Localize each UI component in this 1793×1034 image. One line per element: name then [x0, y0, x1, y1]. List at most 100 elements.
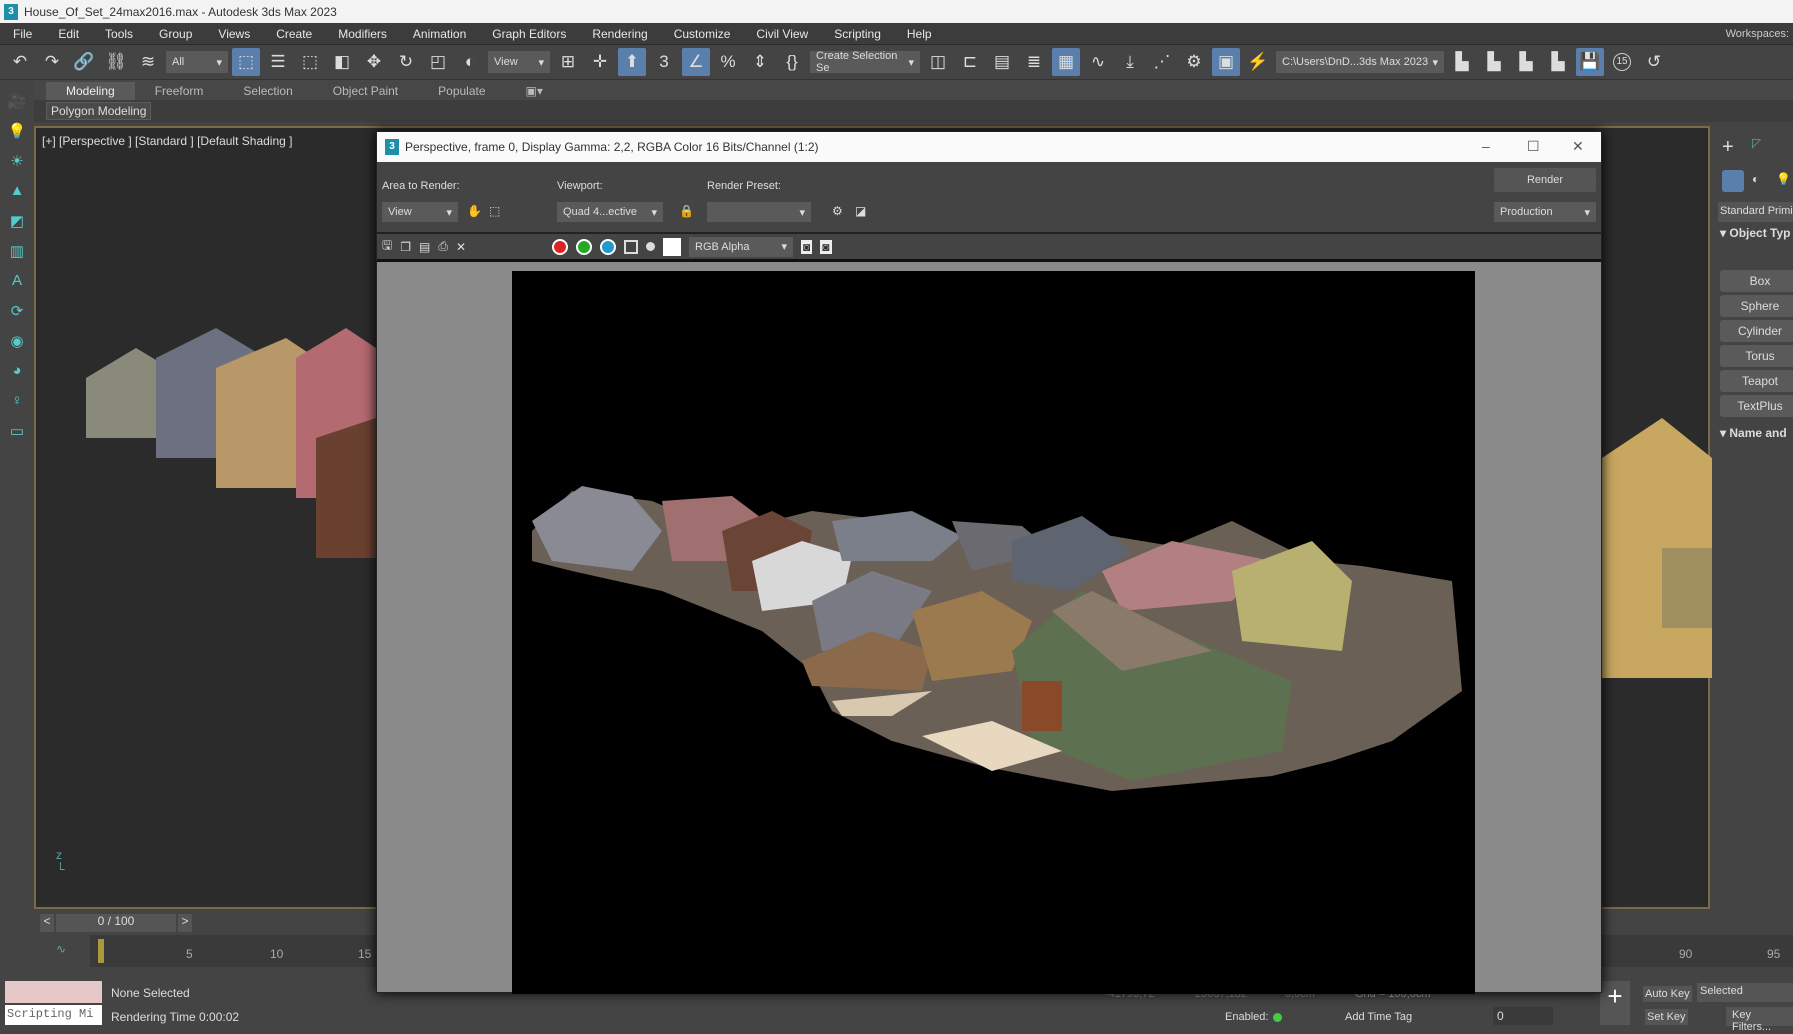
menu-scripting[interactable]: Scripting [821, 27, 894, 41]
named-selection-dropdown[interactable]: Create Selection Se ▾ [810, 50, 920, 74]
torus-button[interactable]: Torus [1720, 345, 1793, 367]
ribbon-options-icon[interactable]: ▣▾ [506, 82, 563, 100]
time-slider[interactable]: < 0 / 100 > [40, 914, 200, 932]
project-tree-icon[interactable]: ▙ [1544, 48, 1572, 76]
monochrome-toggle[interactable] [646, 242, 656, 251]
maxscript-input[interactable]: Scripting Mi [5, 1005, 102, 1025]
redo-icon[interactable]: ↷ [38, 48, 66, 76]
menu-help[interactable]: Help [894, 27, 945, 41]
menu-civil-view[interactable]: Civil View [743, 27, 821, 41]
minimize-button[interactable]: – [1482, 138, 1490, 154]
auto-region-icon[interactable]: ⬚ [489, 204, 500, 218]
set-key-button[interactable]: Set Key [1645, 1009, 1688, 1025]
add-time-tag[interactable]: Add Time Tag [1345, 1011, 1412, 1023]
time-cursor[interactable] [98, 939, 104, 963]
align-icon[interactable]: ⊏ [956, 48, 984, 76]
tab-selection[interactable]: Selection [223, 82, 312, 100]
viewport-dropdown[interactable]: Quad 4...ective ▾ [557, 202, 663, 222]
camera-icon[interactable]: 🎥 [7, 92, 27, 112]
project-folder-icon[interactable]: ▙ [1480, 48, 1508, 76]
placement-icon[interactable]: ◐ [456, 48, 484, 76]
enabled-indicator[interactable] [1273, 1013, 1282, 1022]
channel-dropdown[interactable]: RGB Alpha ▾ [689, 236, 794, 257]
key-filters-button[interactable]: Key Filters... [1726, 1007, 1793, 1033]
maximize-button[interactable]: ☐ [1527, 138, 1540, 155]
autobackup-history-icon[interactable]: ↺ [1640, 48, 1668, 76]
link-icon[interactable]: 🔗 [70, 48, 98, 76]
menu-rendering[interactable]: Rendering [579, 27, 660, 41]
project-path-dropdown[interactable]: C:\Users\DnD...3ds Max 2023 ▾ [1276, 51, 1444, 73]
render-preset-dropdown[interactable]: ▾ [707, 202, 811, 222]
project-structure-icon[interactable]: ▙ [1512, 48, 1540, 76]
scene-explorer-icon[interactable]: ▤ [988, 48, 1016, 76]
menu-file[interactable]: File [0, 27, 45, 41]
rendered-frame-window-icon[interactable]: ▣ [1212, 48, 1240, 76]
polygon-modeling-button[interactable]: Polygon Modeling [46, 102, 152, 120]
text-icon[interactable]: A [7, 272, 27, 292]
area-to-render-dropdown[interactable]: View ▾ [382, 202, 458, 222]
lights-icon[interactable]: 💡 [1776, 172, 1791, 186]
undo-icon[interactable]: ↶ [6, 48, 34, 76]
bind-spacewarp-icon[interactable]: ≋ [134, 48, 162, 76]
move-icon[interactable]: ✥ [360, 48, 388, 76]
selected-dropdown[interactable]: Selected [1697, 983, 1793, 1002]
save-image-icon[interactable]: 🖫 [382, 236, 392, 257]
teapot-button[interactable]: Teapot [1720, 370, 1793, 392]
pivot-icon[interactable]: ⊞ [554, 48, 582, 76]
curve-editor-mini-icon[interactable]: ∿ [56, 942, 66, 956]
tab-object-paint[interactable]: Object Paint [313, 82, 418, 100]
frame-icon[interactable]: ▭ [7, 422, 27, 442]
sphere-button[interactable]: Sphere [1720, 295, 1793, 317]
menu-views[interactable]: Views [205, 27, 263, 41]
toggle-ui-icon[interactable]: ◙ [820, 239, 832, 254]
copy-image-icon[interactable]: ❐ [400, 240, 411, 254]
auto-key-button[interactable]: Auto Key [1643, 986, 1692, 1002]
ribbon-toggle-icon[interactable]: ▦ [1052, 48, 1080, 76]
orbit-icon[interactable]: ⟳ [7, 302, 27, 322]
render-setup-icon[interactable]: ⚙ [1180, 48, 1208, 76]
autobackup-icon[interactable]: 💾 [1576, 48, 1604, 76]
clear-icon[interactable]: ✕ [456, 240, 466, 254]
create-tab-icon[interactable]: + [1722, 136, 1734, 159]
light-icon[interactable]: 💡 [7, 122, 27, 142]
menu-modifiers[interactable]: Modifiers [325, 27, 400, 41]
layer-explorer-icon[interactable]: ≣ [1020, 48, 1048, 76]
dope-sheet-icon[interactable]: ⤓ [1116, 48, 1144, 76]
shapes-icon[interactable]: ◐ [1752, 172, 1759, 186]
prev-frame-button[interactable]: < [40, 914, 54, 932]
curve-editor-icon[interactable]: ∿ [1084, 48, 1112, 76]
cylinder-button[interactable]: Cylinder [1720, 320, 1793, 342]
angle-snap-icon[interactable]: ∠ [682, 48, 710, 76]
sun-icon[interactable]: ☀ [7, 152, 27, 172]
menu-tools[interactable]: Tools [92, 27, 146, 41]
lock-icon[interactable]: 🔒 [679, 204, 694, 218]
current-frame-input[interactable]: 0 [1493, 1007, 1553, 1025]
reference-coord-dropdown[interactable]: View ▾ [488, 51, 550, 73]
unlink-icon[interactable]: ⛓ [102, 48, 130, 76]
render-button[interactable]: Render [1494, 168, 1596, 192]
close-button[interactable]: ✕ [1572, 138, 1584, 155]
box-button[interactable]: Box [1720, 270, 1793, 292]
snap-toggle-icon[interactable]: 3 [650, 48, 678, 76]
alpha-channel-toggle[interactable] [624, 239, 639, 254]
window-crossing-icon[interactable]: ◧ [328, 48, 356, 76]
selection-filter-dropdown[interactable]: All ▾ [166, 51, 228, 73]
color-swatch[interactable] [663, 237, 682, 256]
maxscript-listener-output[interactable] [5, 981, 102, 1003]
mirror-icon[interactable]: ◫ [924, 48, 952, 76]
edit-named-selection-icon[interactable]: {} [778, 48, 806, 76]
frame-counter[interactable]: 0 / 100 [56, 914, 176, 932]
menu-create[interactable]: Create [263, 27, 325, 41]
menu-graph-editors[interactable]: Graph Editors [479, 27, 579, 41]
globe-icon[interactable]: ◉ [7, 332, 27, 352]
object-type-rollout[interactable]: ▾ Object Typ [1720, 226, 1790, 240]
name-color-rollout[interactable]: ▾ Name and [1720, 426, 1787, 440]
set-key-big-icon[interactable]: + [1600, 981, 1630, 1025]
render-setup-icon[interactable]: ⚙ [832, 204, 843, 218]
tab-freeform[interactable]: Freeform [135, 82, 224, 100]
keyboard-shortcut-icon[interactable]: ⬆ [618, 48, 646, 76]
next-frame-button[interactable]: > [178, 914, 192, 932]
red-channel-toggle[interactable] [552, 238, 569, 255]
autobackup-interval-icon[interactable]: 15 [1608, 48, 1636, 76]
menu-animation[interactable]: Animation [400, 27, 479, 41]
